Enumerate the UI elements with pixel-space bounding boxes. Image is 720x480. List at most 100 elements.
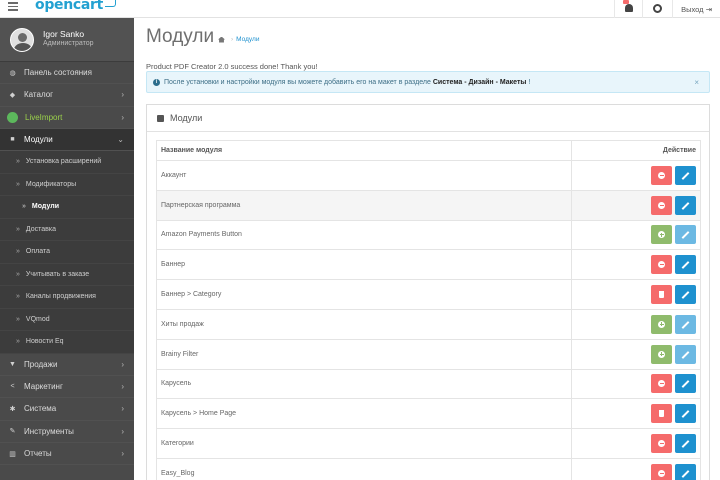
row-actions — [571, 219, 701, 251]
logout-label: Выход — [681, 4, 704, 14]
plus-circle-icon — [658, 231, 665, 239]
table-row: Баннер > Category — [156, 279, 701, 310]
submenu-item-modules[interactable]: » Модули — [0, 196, 134, 219]
submenu-item-news-eq[interactable]: » Новости Eq — [0, 331, 134, 354]
double-chevron-icon: » — [16, 338, 20, 346]
logout-button[interactable]: Выход ⇥ — [672, 0, 720, 18]
install-button[interactable] — [651, 344, 672, 364]
row-actions — [571, 398, 701, 430]
submenu-label: Модули — [31, 203, 60, 211]
submenu-label: VQmod — [25, 315, 50, 323]
breadcrumb: › Модули — [218, 36, 259, 43]
sidebar-item-dashboard[interactable]: ◍ Панель состояния — [0, 62, 134, 85]
table-row: Amazon Payments Button — [156, 219, 701, 251]
sidebar-item-label: Панель состояния — [24, 68, 92, 78]
uninstall-button[interactable] — [651, 374, 672, 394]
edit-button[interactable] — [675, 285, 696, 305]
edit-button[interactable] — [675, 165, 696, 185]
help-button[interactable] — [642, 0, 672, 18]
sidebar-item-reports[interactable]: ▥ Отчеты › — [0, 443, 134, 466]
alert-close-button[interactable]: × — [694, 78, 699, 87]
breadcrumb-link-modules[interactable]: Модули — [236, 36, 259, 43]
sidebar-item-modules[interactable]: ■ Модули ⌄ — [0, 128, 134, 152]
submenu-item-vqmod[interactable]: » VQmod — [0, 309, 134, 332]
notifications-button[interactable] — [614, 0, 642, 18]
opencart-logo[interactable]: opencart — [35, 0, 119, 13]
install-button[interactable] — [651, 225, 672, 245]
chevron-right-icon: › — [121, 90, 124, 100]
submenu-item-modifications[interactable]: » Модификаторы — [0, 174, 134, 197]
avatar — [10, 28, 34, 52]
row-actions — [571, 249, 701, 281]
edit-button[interactable] — [675, 255, 696, 275]
pencil-icon — [681, 291, 690, 299]
minus-circle-icon — [658, 201, 665, 209]
submenu-item-feeds[interactable]: » Каналы продвижения — [0, 286, 134, 309]
sidebar-item-label: Отчеты — [24, 449, 52, 459]
submenu-label: Оплата — [25, 248, 50, 256]
delete-button[interactable] — [651, 404, 672, 424]
submenu-item-order-totals[interactable]: » Учитывать в заказе — [0, 264, 134, 287]
edit-button[interactable] — [675, 344, 696, 364]
sidebar-item-label: Маркетинг — [24, 382, 63, 392]
submenu-item-install-extensions[interactable]: » Установка расширений — [0, 151, 134, 174]
edit-button[interactable] — [675, 314, 696, 334]
user-profile[interactable]: Igor Sanko Администратор — [0, 18, 134, 62]
success-message: Product PDF Creator 2.0 success done! Th… — [146, 62, 318, 71]
table-row: Easy_Blog — [156, 457, 701, 480]
sidebar-item-label: Модули — [24, 135, 53, 145]
trash-icon — [659, 291, 664, 299]
submenu-label: Учитывать в заказе — [25, 270, 90, 278]
uninstall-button[interactable] — [651, 255, 672, 275]
edit-button[interactable] — [675, 195, 696, 215]
edit-button[interactable] — [675, 225, 696, 245]
minus-circle-icon — [658, 261, 665, 269]
modules-submenu: » Установка расширений » Модификаторы » Мод… — [0, 151, 134, 354]
header-actions: Выход ⇥ — [614, 0, 720, 18]
alert-path: Система - Дизайн - Макеты — [432, 78, 527, 86]
sidebar-item-catalog[interactable]: ◆ Каталог › — [0, 84, 134, 107]
delete-button[interactable] — [651, 285, 672, 305]
modules-panel: Модули Название модуля Действие Аккаунт П… — [146, 104, 710, 480]
sidebar-item-tools[interactable]: ✎ Инструменты › — [0, 421, 134, 443]
sidebar-item-liveimport[interactable]: LiveImport › — [0, 107, 134, 129]
edit-button[interactable] — [675, 434, 696, 454]
uninstall-button[interactable] — [651, 463, 672, 480]
alert-suffix: ! — [528, 78, 531, 86]
chevron-down-icon: ⌄ — [117, 134, 124, 144]
home-icon[interactable] — [218, 36, 225, 43]
wrench-icon: ✎ — [9, 428, 16, 436]
edit-button[interactable] — [675, 463, 696, 480]
chevron-right-icon: › — [121, 448, 124, 458]
column-header-name[interactable]: Название модуля — [156, 140, 572, 161]
submenu-item-shipping[interactable]: » Доставка — [0, 219, 134, 242]
submenu-label: Каналы продвижения — [25, 293, 96, 301]
logo-text: opencart — [35, 0, 104, 13]
module-name: Хиты продаж — [156, 308, 572, 340]
uninstall-button[interactable] — [651, 165, 672, 185]
module-name: Easy_Blog — [156, 457, 572, 480]
menu-toggle-icon[interactable] — [8, 2, 18, 12]
profile-role: Администратор — [43, 40, 94, 47]
cart-icon: ▼ — [9, 360, 16, 368]
profile-name: Igor Sanko — [43, 29, 85, 39]
edit-button[interactable] — [675, 374, 696, 394]
submenu-label: Новости Eq — [25, 338, 64, 346]
uninstall-button[interactable] — [651, 195, 672, 215]
sidebar-item-sales[interactable]: ▼ Продажи › — [0, 354, 134, 376]
install-button[interactable] — [651, 314, 672, 334]
sidebar-item-system[interactable]: ✱ Система › — [0, 398, 134, 421]
row-actions — [571, 457, 701, 480]
submenu-item-payments[interactable]: » Оплата — [0, 241, 134, 264]
pencil-icon — [681, 440, 690, 448]
double-chevron-icon: » — [16, 180, 20, 188]
sign-out-icon: ⇥ — [703, 4, 712, 14]
chevron-right-icon: › — [121, 112, 124, 122]
chevron-right-icon: › — [121, 359, 124, 369]
uninstall-button[interactable] — [651, 434, 672, 454]
edit-button[interactable] — [675, 404, 696, 424]
submenu-label: Установка расширений — [25, 158, 102, 166]
sidebar-item-marketing[interactable]: < Маркетинг › — [0, 376, 134, 399]
minus-circle-icon — [658, 440, 665, 448]
row-actions — [571, 189, 701, 221]
